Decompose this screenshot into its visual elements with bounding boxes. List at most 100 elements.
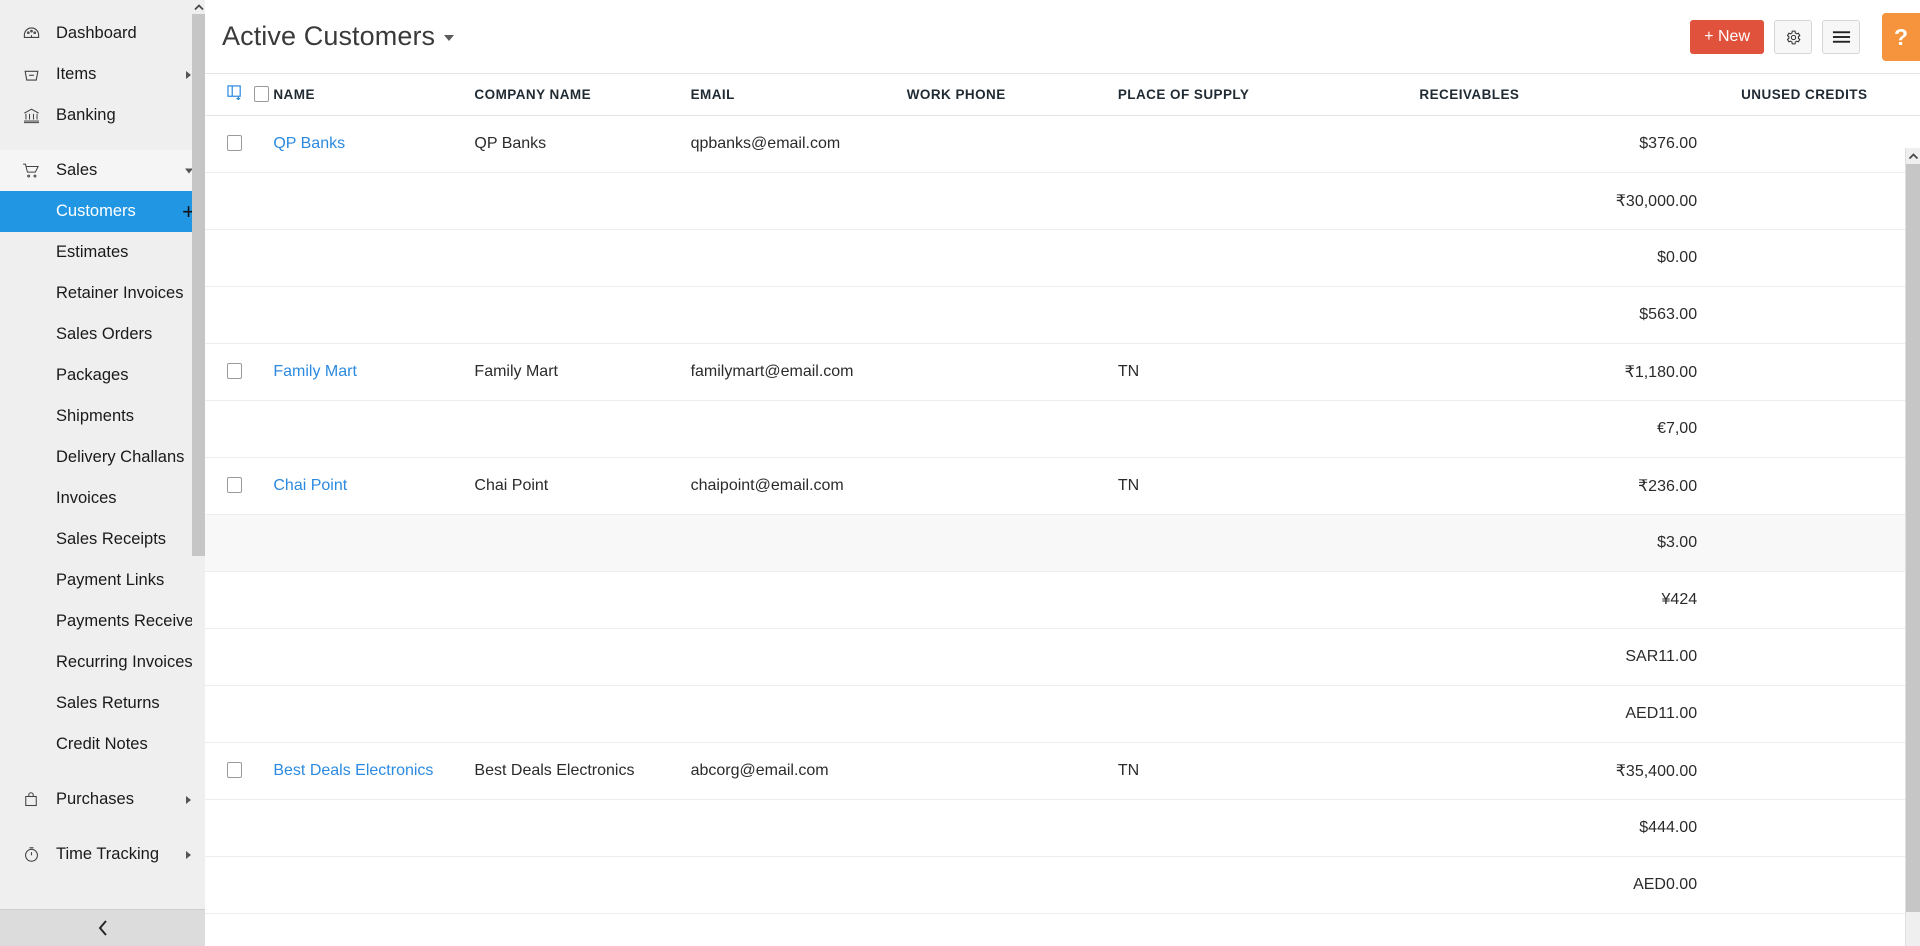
sidebar-item-customers[interactable]: Customers +: [0, 191, 205, 232]
sidebar-item-credit-notes[interactable]: Credit Notes: [0, 724, 205, 765]
settings-button[interactable]: [1774, 20, 1812, 54]
cell-credits: AED0.00: [1741, 856, 1920, 913]
cell-name[interactable]: QP Banks: [273, 115, 474, 172]
col-header-work-phone[interactable]: WORK PHONE: [907, 74, 1118, 115]
cell-credits: ¥0: [1741, 571, 1920, 628]
header-actions: + New ?: [1690, 0, 1920, 74]
page-title: Active Customers: [222, 21, 435, 51]
sidebar-item-retainer-invoices[interactable]: Retainer Invoices: [0, 273, 205, 314]
customer-name-link[interactable]: Chai Point: [273, 477, 347, 494]
sidebar-item-banking[interactable]: Banking: [0, 95, 205, 136]
customer-name-link[interactable]: QP Banks: [273, 135, 345, 152]
cell-name[interactable]: Chai Point: [273, 457, 474, 514]
cell-receivables: €7,00: [1419, 400, 1741, 457]
sidebar-item-payments-received[interactable]: Payments Received: [0, 601, 205, 642]
table-row[interactable]: Best Deals ElectronicsBest Deals Electro…: [205, 742, 1920, 799]
customer-name-link[interactable]: Family Mart: [273, 363, 357, 380]
page-title-container[interactable]: Active Customers: [222, 21, 454, 52]
cell-company: [474, 514, 690, 571]
cell-name[interactable]: Family Mart: [273, 343, 474, 400]
sidebar-item-sales-receipts[interactable]: Sales Receipts: [0, 519, 205, 560]
table-row[interactable]: AED11.00AED0.00: [205, 685, 1920, 742]
table-row[interactable]: ₹30,000.00₹0.00: [205, 172, 1920, 229]
sidebar-item-payment-links[interactable]: Payment Links: [0, 560, 205, 601]
cell-phone: [907, 514, 1118, 571]
sidebar-item-shipments[interactable]: Shipments: [0, 396, 205, 437]
add-column-icon[interactable]: [227, 85, 244, 103]
row-select-cell: [205, 856, 273, 913]
scroll-up-arrow-icon[interactable]: [1906, 148, 1920, 164]
row-checkbox[interactable]: [227, 762, 242, 778]
cell-credits: $0.00: [1741, 286, 1920, 343]
sidebar-divider-spacer-2: [0, 765, 205, 779]
table-row[interactable]: $444.00$0.00: [205, 799, 1920, 856]
cell-phone: [907, 457, 1118, 514]
sidebar-item-label: Estimates: [56, 243, 128, 262]
cell-phone: [907, 229, 1118, 286]
cell-phone: [907, 799, 1118, 856]
row-checkbox[interactable]: [227, 363, 242, 379]
cell-phone: [907, 286, 1118, 343]
row-checkbox[interactable]: [227, 135, 242, 151]
sidebar-item-dashboard[interactable]: Dashboard: [0, 13, 205, 54]
sidebar-item-packages[interactable]: Packages: [0, 355, 205, 396]
col-header-receivables[interactable]: RECEIVABLES: [1419, 74, 1741, 115]
sidebar-item-sales-orders[interactable]: Sales Orders: [0, 314, 205, 355]
cell-email: [691, 514, 907, 571]
sidebar-scrollbar[interactable]: [192, 0, 205, 909]
select-all-checkbox[interactable]: [254, 86, 269, 102]
cell-receivables: $376.00: [1419, 115, 1741, 172]
sidebar-item-purchases[interactable]: Purchases: [0, 779, 205, 820]
row-select-cell: [205, 172, 273, 229]
col-header-company[interactable]: COMPANY NAME: [474, 74, 690, 115]
cell-name: [273, 685, 474, 742]
table-body: QP BanksQP Banksqpbanks@email.com$376.00…: [205, 115, 1920, 946]
sidebar-collapse-button[interactable]: [0, 909, 205, 946]
table-row[interactable]: Family MartFamily Martfamilymart@email.c…: [205, 343, 1920, 400]
table-row[interactable]: ¥424¥0: [205, 571, 1920, 628]
sidebar-item-label: Recurring Invoices: [56, 653, 193, 672]
help-button[interactable]: ?: [1882, 13, 1920, 61]
sidebar-item-invoices[interactable]: Invoices: [0, 478, 205, 519]
table-row[interactable]: SAR11.00SAR0.00: [205, 628, 1920, 685]
table-row[interactable]: $563.00$0.00: [205, 286, 1920, 343]
table-row[interactable]: €7,00€0,00: [205, 400, 1920, 457]
main-scrollbar-thumb[interactable]: [1906, 164, 1920, 912]
table-row[interactable]: QP BanksQP Banksqpbanks@email.com$376.00…: [205, 115, 1920, 172]
scroll-up-arrow-icon[interactable]: [192, 0, 205, 14]
sidebar-item-estimates[interactable]: Estimates: [0, 232, 205, 273]
sidebar-item-time-tracking[interactable]: Time Tracking: [0, 834, 205, 875]
cell-email: [691, 913, 907, 946]
sidebar-item-items[interactable]: Items: [0, 54, 205, 95]
row-checkbox[interactable]: [227, 477, 242, 493]
cell-receivables: $0.00: [1419, 229, 1741, 286]
cell-phone: [907, 172, 1118, 229]
cell-name[interactable]: Best Deals Electronics: [273, 742, 474, 799]
sidebar-item-recurring-invoices[interactable]: Recurring Invoices: [0, 642, 205, 683]
main-scrollbar[interactable]: [1905, 148, 1920, 946]
sidebar-item-sales[interactable]: Sales: [0, 150, 205, 191]
list-menu-button[interactable]: [1822, 20, 1860, 54]
cell-phone: [907, 742, 1118, 799]
col-header-place-of-supply[interactable]: PLACE OF SUPPLY: [1118, 74, 1420, 115]
cell-name: [273, 913, 474, 946]
cell-place: TN: [1118, 457, 1420, 514]
table-row[interactable]: [205, 913, 1920, 946]
new-button[interactable]: + New: [1690, 20, 1764, 54]
sidebar-item-sales-returns[interactable]: Sales Returns: [0, 683, 205, 724]
sidebar-item-delivery-challans[interactable]: Delivery Challans: [0, 437, 205, 478]
cell-email: [691, 571, 907, 628]
cell-credits: $0.00: [1741, 514, 1920, 571]
customer-name-link[interactable]: Best Deals Electronics: [273, 762, 433, 779]
table-row[interactable]: $0.00$0.00: [205, 229, 1920, 286]
col-header-unused-credits[interactable]: UNUSED CREDITS: [1741, 74, 1920, 115]
sidebar-scrollbar-thumb[interactable]: [192, 14, 205, 556]
col-header-email[interactable]: EMAIL: [691, 74, 907, 115]
caret-down-icon[interactable]: [444, 35, 454, 41]
col-header-name[interactable]: NAME: [273, 74, 474, 115]
table-header: NAME COMPANY NAME EMAIL WORK PHONE PLACE…: [205, 74, 1920, 115]
table-row[interactable]: Chai PointChai Pointchaipoint@email.comT…: [205, 457, 1920, 514]
table-row[interactable]: $3.00$0.00: [205, 514, 1920, 571]
customers-table-container: NAME COMPANY NAME EMAIL WORK PHONE PLACE…: [205, 74, 1920, 946]
table-row[interactable]: AED0.00AED0.00: [205, 856, 1920, 913]
